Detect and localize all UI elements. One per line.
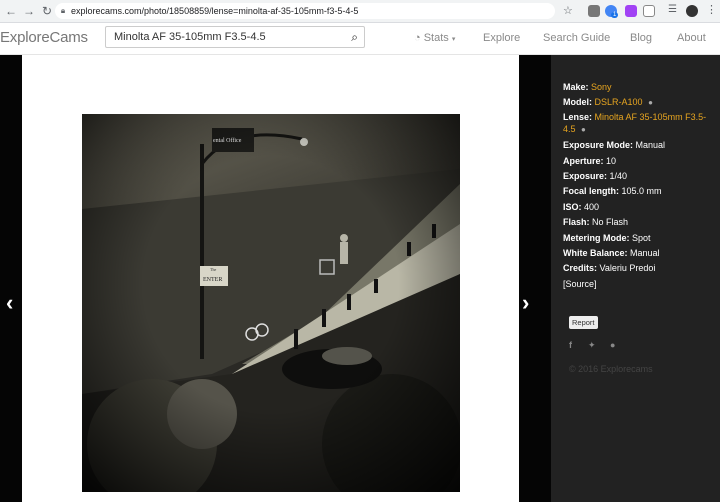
- detail-iso: ISO: 400: [563, 202, 600, 212]
- extension-icon[interactable]: [643, 5, 655, 17]
- lock-icon: 🔒︎: [60, 6, 66, 15]
- site-logo[interactable]: ExploreCams: [0, 29, 88, 46]
- detail-exposure-mode: Exposure Mode: Manual: [563, 140, 666, 150]
- browser-toolbar: ← → ↻ 🔒︎ explorecams.com/photo/18508859/…: [0, 0, 720, 23]
- camera-icon[interactable]: ●: [581, 125, 586, 134]
- source-link[interactable]: [Source]: [563, 278, 713, 290]
- extension-icon[interactable]: [625, 5, 637, 17]
- nav-blog[interactable]: Blog: [630, 32, 652, 44]
- nav-explore[interactable]: Explore: [483, 32, 520, 44]
- profile-avatar[interactable]: [686, 5, 698, 17]
- back-icon[interactable]: ←: [2, 2, 20, 20]
- make-link[interactable]: Sony: [591, 82, 612, 92]
- search-input[interactable]: [112, 30, 341, 44]
- detail-exposure: Exposure: 1/40: [563, 171, 628, 181]
- previous-photo-chevron-icon[interactable]: ‹: [6, 290, 13, 316]
- camera-icon[interactable]: ●: [648, 98, 653, 107]
- detail-lense: Lense: Minolta AF 35-105mm F3.5-4.5 ●: [563, 112, 707, 134]
- sign-text-enter: ENTER: [203, 277, 223, 283]
- detail-credits: Credits: Valeriu Predoi: [563, 263, 656, 273]
- report-button[interactable]: Report: [569, 316, 598, 329]
- street-scene-image: [82, 114, 460, 492]
- sign-text-small: The: [210, 267, 217, 272]
- bookmark-star-icon[interactable]: ☆: [563, 4, 573, 17]
- detail-focal-length: Focal length: 105.0 mm: [563, 186, 662, 196]
- extension-badge: 1: [611, 12, 619, 18]
- reading-list-icon[interactable]: ☰: [668, 4, 677, 15]
- nav-search-guide[interactable]: Search Guide: [543, 32, 610, 44]
- photo: ental Office The ENTER: [82, 114, 460, 492]
- model-link[interactable]: DSLR-A100: [595, 97, 643, 107]
- nav-stats[interactable]: ◔ Stats ▾: [414, 32, 455, 44]
- caret-down-icon: ▾: [451, 36, 456, 43]
- next-photo-chevron-icon[interactable]: ›: [522, 290, 529, 316]
- detail-model: Model: DSLR-A100 ●: [563, 97, 653, 107]
- extension-icon[interactable]: [588, 5, 600, 17]
- pinterest-icon[interactable]: ●: [610, 340, 615, 350]
- twitter-icon[interactable]: ✦: [588, 340, 596, 351]
- nav-about[interactable]: About: [677, 32, 706, 44]
- menu-icon[interactable]: ⋮: [706, 3, 717, 16]
- forward-icon[interactable]: →: [20, 2, 38, 20]
- address-bar[interactable]: 🔒︎ explorecams.com/photo/18508859/lense=…: [55, 3, 555, 19]
- lens-search[interactable]: ⌕: [105, 26, 365, 48]
- address-url: explorecams.com/photo/18508859/lense=min…: [71, 6, 359, 16]
- detail-aperture: Aperture: 10: [563, 156, 617, 166]
- detail-white-balance: White Balance: Manual: [563, 248, 660, 258]
- detail-make: Make: Sony: [563, 82, 612, 92]
- site-header: ExploreCams ⌕ ◔ Stats ▾ Explore Search G…: [0, 23, 720, 55]
- detail-flash: Flash: No Flash: [563, 217, 629, 227]
- reload-icon[interactable]: ↻: [38, 2, 56, 20]
- copyright-text: © 2016 Explorecams: [569, 364, 653, 374]
- sign-text-office: ental Office: [213, 138, 242, 144]
- detail-metering-mode: Metering Mode: Spot: [563, 233, 651, 243]
- pie-chart-icon: ◔: [414, 32, 421, 44]
- search-icon[interactable]: ⌕: [351, 30, 358, 45]
- facebook-icon[interactable]: f: [569, 340, 572, 350]
